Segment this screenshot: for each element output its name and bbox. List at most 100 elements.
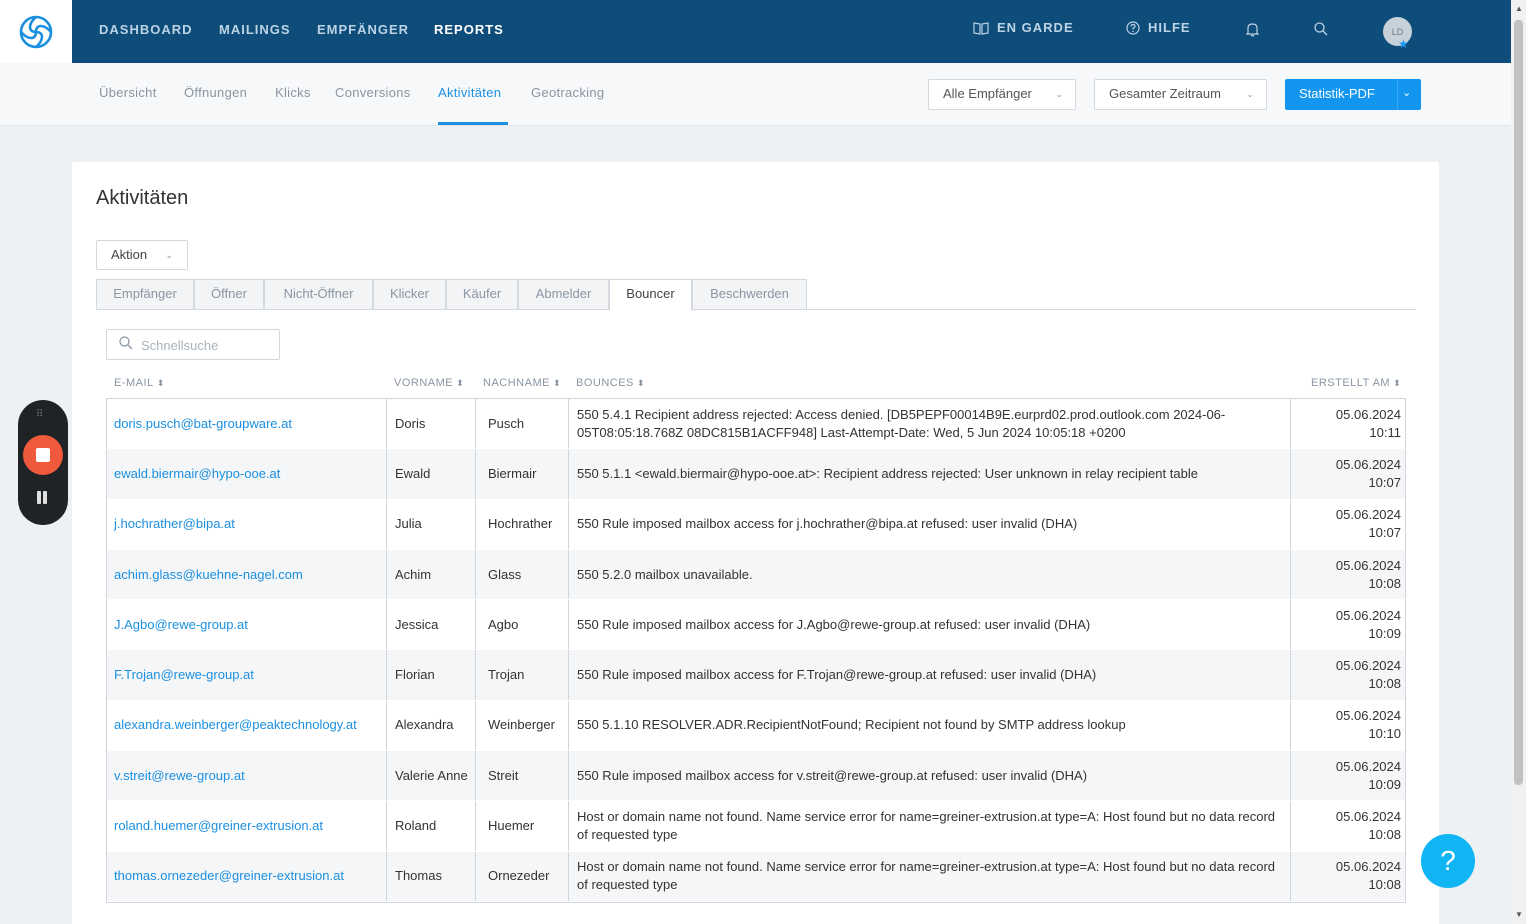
cell-email[interactable]: alexandra.weinberger@peaktechnology.at — [114, 701, 386, 750]
tab-conversions[interactable]: Conversions — [335, 85, 411, 100]
cell-email[interactable]: thomas.ornezeder@greiner-extrusion.at — [114, 852, 386, 901]
column-divider — [386, 801, 387, 851]
scroll-up-icon[interactable]: ▲ — [1515, 4, 1523, 13]
search-icon[interactable] — [1314, 22, 1328, 36]
column-divider — [475, 851, 476, 901]
column-divider — [568, 499, 569, 549]
column-header-email[interactable]: E-MAIL ⬍ — [114, 377, 165, 389]
tab-bouncer[interactable]: Bouncer — [609, 279, 692, 311]
chevron-down-icon[interactable]: ⌄ — [1402, 86, 1411, 99]
help-chat-button[interactable]: ? — [1421, 834, 1475, 888]
column-divider — [386, 751, 387, 801]
scrollbar[interactable]: ▲ ▼ — [1511, 0, 1526, 924]
cell-bounce-message: 550 5.1.10 RESOLVER.ADR.RecipientNotFoun… — [577, 717, 1126, 733]
column-header-firstname[interactable]: VORNAME ⬍ — [394, 377, 464, 389]
column-divider — [475, 751, 476, 801]
pdf-button-label: Statistik-PDF — [1299, 86, 1375, 101]
column-divider — [475, 549, 476, 600]
cell-bounce-message: 550 5.1.1 <ewald.biermair@hypo-ooe.at>: … — [577, 465, 1198, 481]
created-date: 05.06.2024 — [1335, 406, 1401, 422]
created-time: 10:07 — [1368, 474, 1401, 490]
cell-email[interactable]: J.Agbo@rewe-group.at — [114, 600, 386, 649]
cell-firstname: Roland — [395, 818, 437, 834]
cell-created-at: 05.06.2024 10:09 — [1293, 600, 1401, 649]
column-divider — [568, 700, 569, 751]
nav-dashboard[interactable]: DASHBOARD — [99, 22, 193, 37]
logo-icon — [19, 15, 53, 48]
action-dropdown[interactable]: Aktion ⌄ — [96, 240, 188, 270]
tab-abmelder[interactable]: Abmelder — [518, 279, 609, 310]
caret-down-icon: ⌄ — [1246, 89, 1254, 99]
tab-oeffner[interactable]: Öffner — [194, 279, 264, 310]
tab-geotracking[interactable]: Geotracking — [531, 85, 604, 100]
created-time: 10:08 — [1368, 827, 1401, 843]
nav-reports[interactable]: REPORTS — [434, 22, 504, 37]
statistik-pdf-button[interactable]: Statistik-PDF ⌄ — [1285, 79, 1421, 110]
table-row[interactable]: F.Trojan@rewe-group.at Florian Trojan 550 R… — [107, 650, 1405, 701]
table-row[interactable]: j.hochrather@bipa.at Julia Hochrather 550 R… — [107, 499, 1405, 550]
cell-email[interactable]: F.Trojan@rewe-group.at — [114, 650, 386, 699]
cell-firstname: Ewald — [395, 465, 431, 481]
period-select[interactable]: Gesamter Zeitraum ⌄ — [1094, 79, 1267, 110]
column-divider — [475, 650, 476, 700]
tab-klicks[interactable]: Klicks — [275, 85, 311, 100]
cell-firstname: Julia — [395, 516, 422, 532]
caret-down-icon: ⌄ — [165, 250, 173, 260]
tab-oeffnungen[interactable]: Öffnungen — [184, 85, 247, 100]
nav-mailings[interactable]: MAILINGS — [219, 22, 291, 37]
star-badge-icon: ★ — [1398, 37, 1409, 51]
bounce-table: doris.pusch@bat-groupware.at Doris Pusch 55… — [106, 398, 1406, 903]
column-divider — [568, 650, 569, 700]
tab-klicker[interactable]: Klicker — [373, 279, 446, 310]
help-link[interactable]: HILFE — [1126, 20, 1191, 35]
drag-handle-icon[interactable]: ⠿ — [36, 409, 44, 420]
cell-email[interactable]: v.streit@rewe-group.at — [114, 751, 386, 800]
table-row[interactable]: thomas.ornezeder@greiner-extrusion.at Tho… — [107, 851, 1405, 902]
sendinblue-logo[interactable] — [0, 0, 72, 63]
column-divider — [1290, 399, 1291, 449]
column-header-bounces[interactable]: BOUNCES ⬍ — [576, 377, 645, 389]
tab-kaeufer[interactable]: Käufer — [446, 279, 518, 310]
created-date: 05.06.2024 — [1335, 456, 1401, 472]
bell-icon[interactable] — [1246, 22, 1259, 37]
table-row[interactable]: ewald.biermair@hypo-ooe.at Ewald Biermair 5… — [107, 449, 1405, 500]
tab-uebersicht[interactable]: Übersicht — [99, 85, 157, 100]
stop-record-button[interactable] — [23, 435, 63, 475]
table-row[interactable]: J.Agbo@rewe-group.at Jessica Agbo 550 Rule … — [107, 600, 1405, 651]
search-input[interactable] — [141, 335, 271, 355]
cell-created-at: 05.06.2024 10:08 — [1293, 550, 1401, 599]
en-garde-link[interactable]: EN GARDE — [973, 20, 1074, 35]
column-header-created[interactable]: ERSTELLT AM ⬍ — [1311, 377, 1401, 389]
column-divider — [475, 700, 476, 751]
created-time: 10:09 — [1368, 625, 1401, 641]
cell-email[interactable]: doris.pusch@bat-groupware.at — [114, 399, 386, 448]
cell-email[interactable]: roland.huemer@greiner-extrusion.at — [114, 801, 386, 850]
table-row[interactable]: alexandra.weinberger@peaktechnology.at Al… — [107, 700, 1405, 752]
cell-email[interactable]: j.hochrather@bipa.at — [114, 500, 386, 549]
scroll-down-icon[interactable]: ▼ — [1515, 910, 1523, 919]
pause-button[interactable] — [36, 491, 50, 505]
cell-firstname: Valerie Anne — [395, 767, 468, 783]
scrollbar-thumb[interactable] — [1514, 20, 1523, 785]
cell-bounce-message: 550 Rule imposed mailbox access for J.Ag… — [577, 616, 1091, 632]
recipients-select[interactable]: Alle Empfänger ⌄ — [928, 79, 1076, 110]
sort-icon: ⬍ — [156, 378, 165, 388]
created-date: 05.06.2024 — [1335, 859, 1401, 875]
period-select-label: Gesamter Zeitraum — [1109, 86, 1221, 101]
tab-beschwerden[interactable]: Beschwerden — [692, 279, 807, 310]
nav-empfaenger[interactable]: EMPFÄNGER — [317, 22, 409, 37]
column-header-lastname[interactable]: NACHNAME ⬍ — [483, 377, 561, 389]
column-divider — [1290, 700, 1291, 751]
cell-firstname: Achim — [395, 566, 432, 582]
cell-created-at: 05.06.2024 10:07 — [1293, 449, 1401, 498]
cell-email[interactable]: achim.glass@kuehne-nagel.com — [114, 550, 386, 599]
table-row[interactable]: roland.huemer@greiner-extrusion.at Roland… — [107, 801, 1405, 852]
cell-email[interactable]: ewald.biermair@hypo-ooe.at — [114, 449, 386, 498]
tab-aktivitaeten[interactable]: Aktivitäten — [438, 85, 501, 100]
table-row[interactable]: doris.pusch@bat-groupware.at Doris Pusch 55… — [107, 399, 1405, 450]
header-label: ERSTELLT AM — [1311, 377, 1391, 389]
tab-nicht-oeffner[interactable]: Nicht-Öffner — [264, 279, 373, 310]
table-row[interactable]: v.streit@rewe-group.at Valerie Anne Streit… — [107, 751, 1405, 802]
table-row[interactable]: achim.glass@kuehne-nagel.com Achim Glass 55… — [107, 549, 1405, 601]
tab-empfaenger[interactable]: Empfänger — [96, 279, 194, 310]
